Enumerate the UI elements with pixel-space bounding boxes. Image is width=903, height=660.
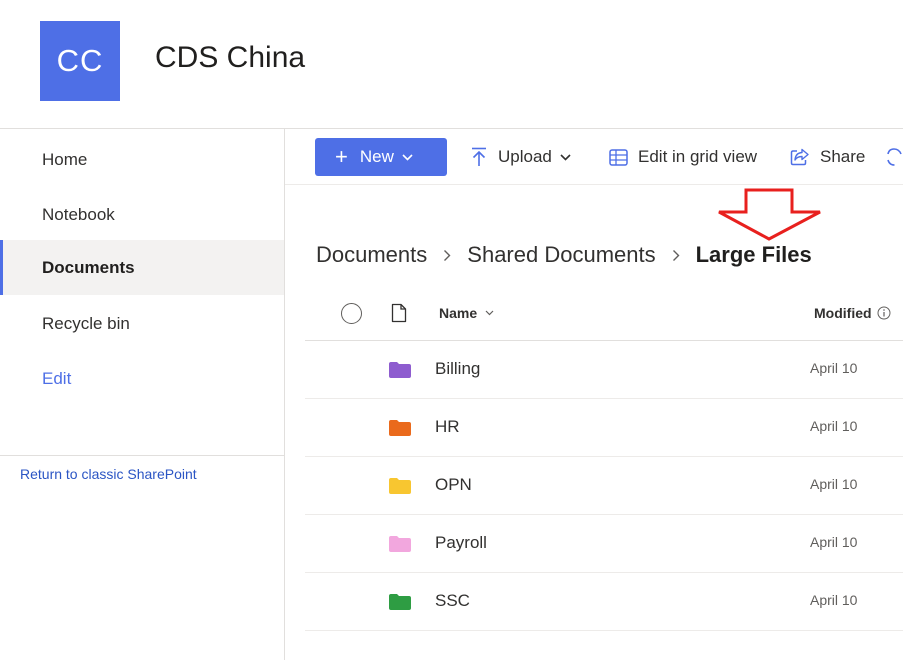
select-all-checkbox[interactable] <box>341 303 362 324</box>
folder-icon <box>388 535 412 558</box>
column-header-modified[interactable]: Modified <box>814 305 891 321</box>
list-item-opn[interactable]: OPN April 10 <box>305 457 903 515</box>
nav-item-label: Home <box>42 149 88 169</box>
file-name[interactable]: OPN <box>435 475 472 495</box>
chevron-right-icon <box>672 249 680 262</box>
list-item-hr[interactable]: HR April 10 <box>305 399 903 457</box>
column-header-name[interactable]: Name <box>439 305 494 321</box>
chevron-down-icon <box>560 153 571 161</box>
info-icon[interactable] <box>877 306 891 320</box>
plus-icon: + <box>335 144 348 169</box>
return-to-classic-link[interactable]: Return to classic SharePoint <box>20 466 197 482</box>
upload-button[interactable]: Upload <box>470 138 571 176</box>
new-button[interactable]: + New <box>315 138 447 176</box>
file-name[interactable]: Payroll <box>435 533 487 553</box>
breadcrumb-documents[interactable]: Documents <box>316 242 427 268</box>
site-header: CC CDS China <box>0 0 903 129</box>
modified-date: April 10 <box>810 534 858 550</box>
nav-item-documents[interactable]: Documents <box>0 240 284 295</box>
share-icon <box>790 148 810 166</box>
list-header: Name Modified <box>305 288 903 341</box>
down-arrow-outline-icon <box>718 188 821 241</box>
new-button-label: New <box>359 147 394 166</box>
folder-icon <box>388 419 412 442</box>
nav-divider <box>0 455 284 456</box>
folder-icon <box>388 477 412 500</box>
list-item-payroll[interactable]: Payroll April 10 <box>305 515 903 573</box>
nav-edit-link[interactable]: Edit <box>0 351 284 406</box>
column-header-name-label: Name <box>439 305 478 321</box>
nav-item-recycle-bin[interactable]: Recycle bin <box>0 296 284 351</box>
sync-icon <box>886 147 903 167</box>
nav-item-notebook[interactable]: Notebook <box>0 187 284 242</box>
edit-in-grid-view-button[interactable]: Edit in grid view <box>609 138 757 176</box>
upload-label: Upload <box>498 147 552 166</box>
list-item-billing[interactable]: Billing April 10 <box>305 341 903 399</box>
share-label: Share <box>820 147 866 166</box>
more-commands-button[interactable] <box>886 138 903 176</box>
modified-date: April 10 <box>810 592 858 608</box>
breadcrumb-large-files[interactable]: Large Files <box>696 242 812 268</box>
nav-item-label: Notebook <box>42 204 115 224</box>
edit-in-grid-view-label: Edit in grid view <box>638 147 758 166</box>
upload-icon <box>470 147 488 167</box>
list-item-ssc[interactable]: SSC April 10 <box>305 573 903 631</box>
grid-view-icon <box>609 148 628 166</box>
chevron-down-icon <box>485 310 494 316</box>
share-button[interactable]: Share <box>790 138 865 176</box>
modified-date: April 10 <box>810 476 858 492</box>
file-list: Billing April 10 HR April 10 OPN April 1… <box>305 341 903 631</box>
site-title[interactable]: CDS China <box>155 38 305 78</box>
command-bar: + New Upload Edit in grid view Share <box>285 129 903 185</box>
nav-edit-label: Edit <box>42 368 72 388</box>
breadcrumb: Documents Shared Documents Large Files <box>316 238 812 272</box>
file-name[interactable]: SSC <box>435 591 470 611</box>
file-type-icon[interactable] <box>391 303 407 328</box>
folder-icon <box>388 593 412 616</box>
site-logo[interactable]: CC <box>40 21 120 101</box>
nav-item-label: Recycle bin <box>42 313 130 333</box>
column-header-modified-label: Modified <box>814 305 872 321</box>
file-name[interactable]: HR <box>435 417 460 437</box>
chevron-down-icon <box>402 153 413 161</box>
left-nav: Home Notebook Documents Recycle bin Edit… <box>0 129 285 660</box>
nav-item-label: Documents <box>42 257 135 277</box>
breadcrumb-shared-documents[interactable]: Shared Documents <box>467 242 655 268</box>
folder-icon <box>388 361 412 384</box>
nav-item-home[interactable]: Home <box>0 132 284 187</box>
site-logo-text: CC <box>56 43 104 78</box>
chevron-right-icon <box>443 249 451 262</box>
modified-date: April 10 <box>810 418 858 434</box>
modified-date: April 10 <box>810 360 858 376</box>
file-name[interactable]: Billing <box>435 359 480 379</box>
